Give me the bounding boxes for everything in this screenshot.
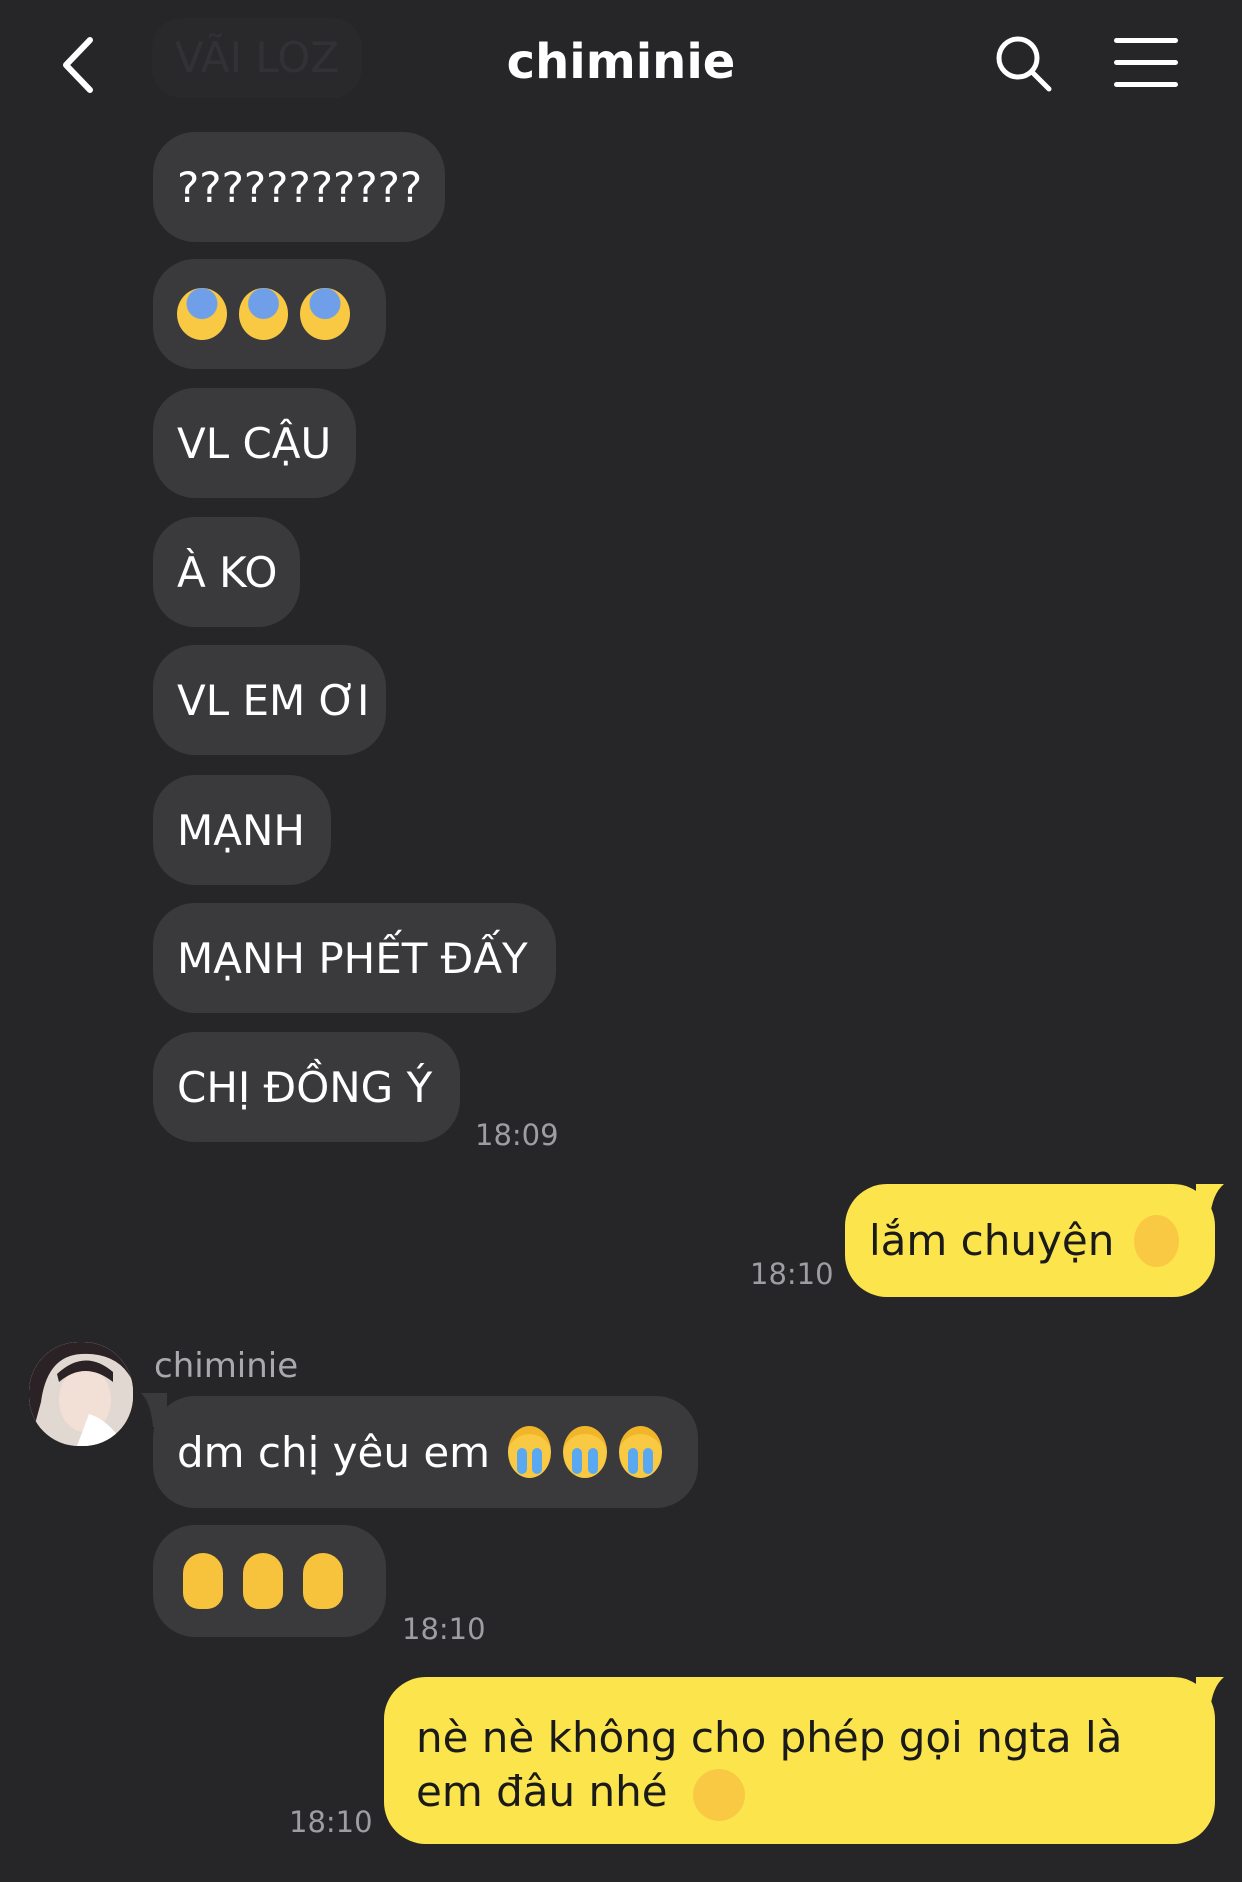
avatar[interactable]	[29, 1342, 133, 1446]
crying-face-emoji-icon	[563, 1426, 607, 1478]
incoming-message[interactable]: dm chị yêu em	[153, 1396, 698, 1508]
bubble-tail	[1196, 1677, 1224, 1711]
crossed-fingers-icon	[183, 1553, 223, 1609]
message-text: À KO	[177, 547, 278, 597]
bubble-tail	[1196, 1184, 1224, 1218]
message-text: CHỊ ĐỒNG Ý	[177, 1062, 433, 1112]
outgoing-message[interactable]: nè nè không cho phép gọi ngta là em đâu …	[384, 1677, 1215, 1844]
incoming-message[interactable]: VL CẬU	[153, 388, 356, 498]
message-timestamp: 18:09	[475, 1118, 559, 1152]
hamburger-line	[1114, 60, 1178, 65]
message-text: MẠNH PHẾT ĐẤY	[177, 933, 528, 983]
chevron-left-icon	[63, 37, 93, 93]
menu-button[interactable]	[1114, 38, 1178, 92]
faded-message-bubble: VÃI LOZ	[152, 18, 362, 98]
incoming-message[interactable]: MẠNH	[153, 775, 331, 885]
incoming-message[interactable]: MẠNH PHẾT ĐẤY	[153, 903, 556, 1013]
message-text: ???????????	[177, 162, 423, 212]
incoming-message[interactable]	[153, 259, 386, 369]
incoming-message[interactable]: ???????????	[153, 132, 445, 242]
crossed-fingers-icon	[243, 1553, 283, 1609]
chat-title: chiminie	[506, 34, 736, 90]
grinning-sweat-emoji-icon	[1134, 1214, 1179, 1267]
outgoing-message[interactable]: lắm chuyện	[845, 1184, 1215, 1297]
back-button[interactable]	[50, 30, 110, 100]
hamburger-line	[1114, 38, 1178, 43]
message-text: VL EM ƠI	[177, 675, 370, 725]
incoming-message[interactable]	[153, 1525, 386, 1637]
anxious-face-emoji-icon	[177, 288, 227, 340]
message-timestamp: 18:10	[750, 1257, 834, 1291]
incoming-message[interactable]: CHỊ ĐỒNG Ý	[153, 1032, 460, 1142]
message-text: MẠNH	[177, 805, 305, 855]
message-text: VL CẬU	[177, 418, 332, 468]
search-icon	[996, 36, 1052, 92]
anxious-face-emoji-icon	[300, 288, 351, 340]
slightly-smiling-emoji-icon	[692, 1768, 745, 1821]
chat-header: VÃI LOZ chiminie	[0, 0, 1242, 130]
hamburger-line	[1114, 82, 1178, 87]
message-text: lắm chuyện	[869, 1216, 1115, 1265]
message-text: nè nè không cho phép gọi ngta là em đâu …	[416, 1711, 1185, 1821]
incoming-message[interactable]: VL EM ƠI	[153, 645, 386, 755]
crying-face-emoji-icon	[508, 1426, 552, 1478]
profile-photo	[29, 1342, 133, 1446]
crossed-fingers-icon	[303, 1553, 343, 1609]
incoming-message[interactable]: À KO	[153, 517, 300, 627]
anxious-face-emoji-icon	[238, 288, 289, 340]
message-timestamp: 18:10	[289, 1805, 373, 1839]
sender-name: chiminie	[154, 1346, 299, 1386]
chat-screen: VÃI LOZ chiminie ??????????? VL CẬU À KO…	[0, 0, 1242, 1882]
crying-face-emoji-icon	[618, 1426, 663, 1478]
message-text-content: nè nè không cho phép gọi ngta là em đâu …	[416, 1713, 1123, 1816]
search-button[interactable]	[994, 34, 1054, 94]
message-timestamp: 18:10	[402, 1612, 486, 1646]
message-text: dm chị yêu em	[177, 1427, 491, 1477]
